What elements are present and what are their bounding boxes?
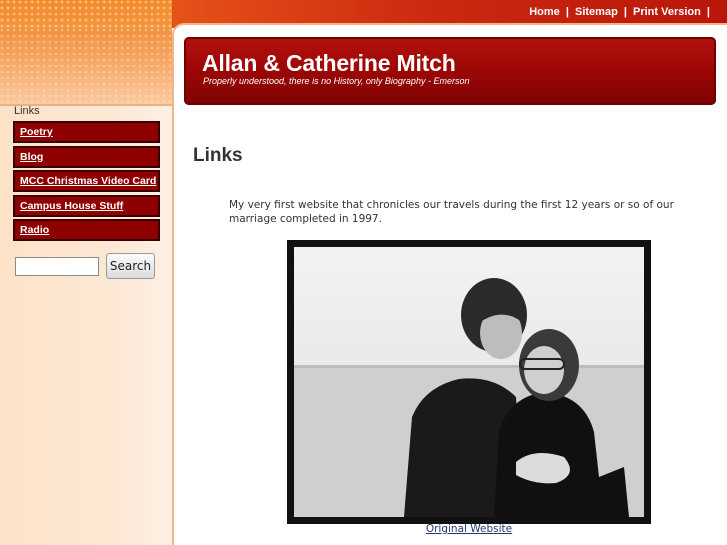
sidebar-item-mcc-christmas-video-card[interactable]: MCC Christmas Video Card: [13, 170, 160, 193]
print-version-link[interactable]: Print Version: [633, 6, 701, 18]
sitemap-link[interactable]: Sitemap: [575, 6, 618, 18]
couple-photo[interactable]: [287, 240, 651, 524]
intro-text: My very first website that chronicles ou…: [229, 199, 674, 225]
sidebar-item-poetry[interactable]: Poetry: [13, 121, 160, 143]
site-title: Allan & Catherine Mitch: [202, 50, 456, 76]
utility-nav: Home | Sitemap | Print Version |: [529, 6, 713, 18]
home-link[interactable]: Home: [529, 6, 560, 18]
search-input[interactable]: [15, 257, 99, 276]
utility-separator: |: [623, 6, 627, 18]
sidebar-item-campus-house-stuff[interactable]: Campus House Stuff: [13, 194, 160, 217]
original-website-link[interactable]: Original Website: [287, 523, 651, 535]
photo-image: [294, 247, 644, 517]
site-tagline: Properly understood, there is no History…: [203, 76, 470, 86]
utility-separator: |: [565, 6, 569, 18]
page-title: Links: [193, 145, 243, 166]
sidebar-item-radio[interactable]: Radio: [13, 219, 160, 242]
sidebar-header-pattern: [0, 28, 172, 105]
utility-separator: |: [706, 6, 710, 18]
search-button[interactable]: Search: [106, 253, 155, 279]
sidebar-nav: Poetry Blog MCC Christmas Video Card Cam…: [13, 121, 160, 244]
sidebar-section-title: Links: [14, 105, 40, 117]
sidebar-item-blog[interactable]: Blog: [13, 145, 160, 168]
